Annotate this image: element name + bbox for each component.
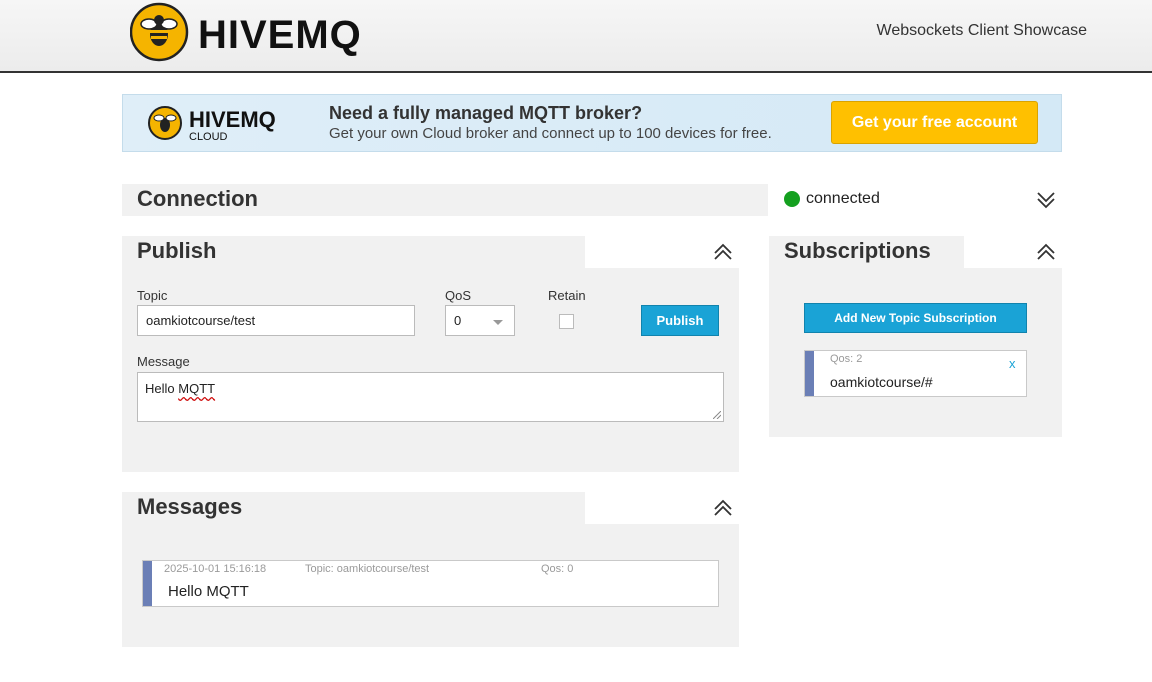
chevron-double-up-icon[interactable] [1036,241,1056,263]
subscriptions-title: Subscriptions [784,238,931,263]
hivemq-cloud-logo: HIVEMQ CLOUD [148,106,276,143]
message-color-stripe [143,561,152,606]
banner-headline: Need a fully managed MQTT broker? [329,103,643,123]
hivemq-logo[interactable]: HIVEMQ [130,2,400,62]
retain-label: Retain [548,288,586,303]
qos-label: QoS [445,288,472,303]
add-subscription-button[interactable]: Add New Topic Subscription [804,303,1027,333]
chevron-double-up-icon[interactable] [713,241,733,263]
connection-status-indicator [784,191,800,207]
page-header: HIVEMQ Websockets Client Showcase [0,0,1152,73]
connection-status: connected [806,190,880,207]
banner-brand-sub: CLOUD [189,131,228,143]
subscription-qos: Qos: 2 [830,353,863,365]
message-payload: Hello MQTT [168,583,249,600]
qos-select-value: 0 [454,313,462,328]
connection-title: Connection [137,186,258,211]
chevron-double-up-icon[interactable] [713,497,733,519]
message-textarea[interactable]: Hello MQTT [137,372,724,422]
message-qos: Qos: 0 [541,563,574,575]
messages-title: Messages [137,494,243,519]
cloud-promo-banner: HIVEMQ CLOUD Need a fully managed MQTT b… [122,94,1062,152]
message-label: Message [137,354,190,369]
message-text: Hello MQTT [145,381,216,396]
chevron-double-down-icon[interactable] [1036,189,1056,211]
publish-panel [122,268,739,472]
subscription-color-stripe[interactable] [805,351,814,396]
header-title: Websockets Client Showcase [876,22,1087,39]
publish-button[interactable]: Publish [641,305,719,336]
qos-select[interactable]: 0 [445,305,515,336]
subscription-topic: oamkiotcourse/# [830,374,933,390]
message-timestamp: 2025-10-01 15:16:18 [164,563,267,575]
banner-subtext: Get your own Cloud broker and connect up… [329,125,772,142]
topic-input[interactable]: oamkiotcourse/test [137,305,415,336]
publish-title: Publish [137,238,217,263]
get-free-account-button[interactable]: Get your free account [831,101,1038,144]
message-item: 2025-10-01 15:16:18 Topic: oamkiotcourse… [142,560,719,607]
retain-checkbox[interactable] [559,314,574,329]
topic-label: Topic [137,288,168,303]
remove-subscription-button[interactable]: x [1009,356,1016,371]
subscription-item[interactable]: Qos: 2 oamkiotcourse/# x [804,350,1027,397]
resize-handle-icon[interactable] [713,411,721,419]
banner-brand-text: HIVEMQ [189,107,276,132]
chevron-down-icon [493,320,503,325]
header-brand-text: HIVEMQ [198,13,362,57]
message-topic: Topic: oamkiotcourse/test [305,563,430,575]
